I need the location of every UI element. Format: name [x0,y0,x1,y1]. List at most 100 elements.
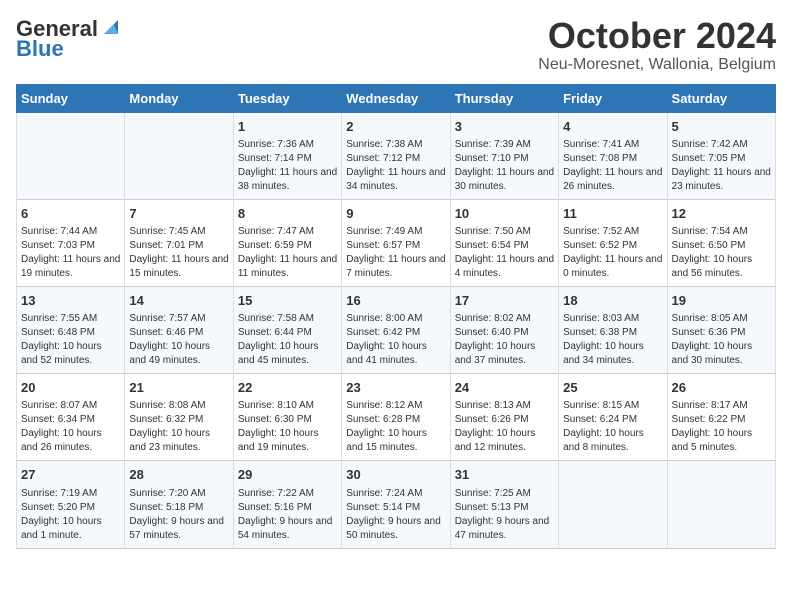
day-info: Sunrise: 7:39 AM Sunset: 7:10 PM Dayligh… [455,138,554,194]
day-number: 4 [563,118,662,136]
page: General Blue October 2024 Neu-Moresnet, … [0,0,792,565]
day-cell: 25Sunrise: 8:15 AM Sunset: 6:24 PM Dayli… [559,374,667,461]
day-info: Sunrise: 7:20 AM Sunset: 5:18 PM Dayligh… [129,487,228,543]
day-number: 24 [455,379,554,397]
day-info: Sunrise: 8:08 AM Sunset: 6:32 PM Dayligh… [129,399,228,455]
day-number: 14 [129,292,228,310]
day-number: 10 [455,205,554,223]
day-info: Sunrise: 7:42 AM Sunset: 7:05 PM Dayligh… [672,138,771,194]
day-cell: 30 Sunrise: 7:24 AM Sunset: 5:14 PM Dayli… [342,461,450,548]
header-cell-saturday: Saturday [667,84,775,112]
day-cell: 27Sunrise: 7:19 AM Sunset: 5:20 PM Dayli… [17,461,125,548]
calendar-subtitle: Neu-Moresnet, Wallonia, Belgium [538,56,776,74]
day-number: 18 [563,292,662,310]
logo: General Blue [16,16,122,62]
day-cell [125,112,233,199]
day-number: 9 [346,205,445,223]
calendar-header: SundayMondayTuesdayWednesdayThursdayFrid… [17,84,776,112]
day-info: Sunrise: 7:24 AM Sunset: 5:14 PM Dayligh… [346,487,445,543]
day-number: 3 [455,118,554,136]
day-number: 15 [238,292,337,310]
header-row: SundayMondayTuesdayWednesdayThursdayFrid… [17,84,776,112]
header: General Blue October 2024 Neu-Moresnet, … [16,16,776,74]
week-row-3: 13Sunrise: 7:55 AM Sunset: 6:48 PM Dayli… [17,286,776,373]
day-number: 19 [672,292,771,310]
day-cell: 13Sunrise: 7:55 AM Sunset: 6:48 PM Dayli… [17,286,125,373]
day-info: Sunrise: 7:52 AM Sunset: 6:52 PM Dayligh… [563,225,662,281]
day-number: 16 [346,292,445,310]
day-cell: 8Sunrise: 7:47 AM Sunset: 6:59 PM Daylig… [233,199,341,286]
day-number: 26 [672,379,771,397]
day-info: Sunrise: 7:36 AM Sunset: 7:14 PM Dayligh… [238,138,337,194]
day-cell: 1 Sunrise: 7:36 AM Sunset: 7:14 PM Daylig… [233,112,341,199]
day-cell: 31Sunrise: 7:25 AM Sunset: 5:13 PM Dayli… [450,461,558,548]
day-info: Sunrise: 7:19 AM Sunset: 5:20 PM Dayligh… [21,487,120,543]
day-cell [17,112,125,199]
header-cell-wednesday: Wednesday [342,84,450,112]
day-info: Sunrise: 7:45 AM Sunset: 7:01 PM Dayligh… [129,225,228,281]
day-cell [559,461,667,548]
calendar-table: SundayMondayTuesdayWednesdayThursdayFrid… [16,84,776,549]
logo-icon [100,16,122,38]
logo-blue: Blue [16,36,64,62]
header-cell-thursday: Thursday [450,84,558,112]
day-number: 1 [238,118,337,136]
day-info: Sunrise: 8:02 AM Sunset: 6:40 PM Dayligh… [455,312,554,368]
day-info: Sunrise: 7:22 AM Sunset: 5:16 PM Dayligh… [238,487,337,543]
day-info: Sunrise: 8:17 AM Sunset: 6:22 PM Dayligh… [672,399,771,455]
day-cell: 22 Sunrise: 8:10 AM Sunset: 6:30 PM Dayli… [233,374,341,461]
day-number: 22 [238,379,337,397]
day-info: Sunrise: 8:00 AM Sunset: 6:42 PM Dayligh… [346,312,445,368]
day-info: Sunrise: 7:58 AM Sunset: 6:44 PM Dayligh… [238,312,337,368]
day-cell: 20 Sunrise: 8:07 AM Sunset: 6:34 PM Dayli… [17,374,125,461]
day-number: 29 [238,466,337,484]
day-cell: 4 Sunrise: 7:41 AM Sunset: 7:08 PM Daylig… [559,112,667,199]
day-info: Sunrise: 8:07 AM Sunset: 6:34 PM Dayligh… [21,399,120,455]
day-cell: 6Sunrise: 7:44 AM Sunset: 7:03 PM Daylig… [17,199,125,286]
day-cell: 18Sunrise: 8:03 AM Sunset: 6:38 PM Dayli… [559,286,667,373]
header-cell-friday: Friday [559,84,667,112]
day-info: Sunrise: 8:10 AM Sunset: 6:30 PM Dayligh… [238,399,337,455]
calendar-title: October 2024 [538,16,776,56]
day-cell: 7 Sunrise: 7:45 AM Sunset: 7:01 PM Daylig… [125,199,233,286]
week-row-2: 6Sunrise: 7:44 AM Sunset: 7:03 PM Daylig… [17,199,776,286]
day-info: Sunrise: 7:50 AM Sunset: 6:54 PM Dayligh… [455,225,554,281]
day-number: 7 [129,205,228,223]
day-number: 30 [346,466,445,484]
title-block: October 2024 Neu-Moresnet, Wallonia, Bel… [538,16,776,74]
day-cell: 26 Sunrise: 8:17 AM Sunset: 6:22 PM Dayli… [667,374,775,461]
day-cell: 14 Sunrise: 7:57 AM Sunset: 6:46 PM Dayli… [125,286,233,373]
day-cell: 17Sunrise: 8:02 AM Sunset: 6:40 PM Dayli… [450,286,558,373]
day-number: 13 [21,292,120,310]
day-info: Sunrise: 7:54 AM Sunset: 6:50 PM Dayligh… [672,225,771,281]
day-cell: 29 Sunrise: 7:22 AM Sunset: 5:16 PM Dayli… [233,461,341,548]
day-cell: 15 Sunrise: 7:58 AM Sunset: 6:44 PM Dayli… [233,286,341,373]
week-row-1: 1 Sunrise: 7:36 AM Sunset: 7:14 PM Daylig… [17,112,776,199]
day-info: Sunrise: 8:15 AM Sunset: 6:24 PM Dayligh… [563,399,662,455]
day-number: 23 [346,379,445,397]
day-number: 8 [238,205,337,223]
day-info: Sunrise: 7:41 AM Sunset: 7:08 PM Dayligh… [563,138,662,194]
day-info: Sunrise: 7:25 AM Sunset: 5:13 PM Dayligh… [455,487,554,543]
day-info: Sunrise: 8:05 AM Sunset: 6:36 PM Dayligh… [672,312,771,368]
day-number: 2 [346,118,445,136]
day-number: 20 [21,379,120,397]
day-number: 6 [21,205,120,223]
day-cell: 9Sunrise: 7:49 AM Sunset: 6:57 PM Daylig… [342,199,450,286]
day-cell: 2 Sunrise: 7:38 AM Sunset: 7:12 PM Daylig… [342,112,450,199]
day-number: 21 [129,379,228,397]
day-cell [667,461,775,548]
header-cell-sunday: Sunday [17,84,125,112]
day-info: Sunrise: 7:57 AM Sunset: 6:46 PM Dayligh… [129,312,228,368]
day-info: Sunrise: 8:13 AM Sunset: 6:26 PM Dayligh… [455,399,554,455]
week-row-5: 27Sunrise: 7:19 AM Sunset: 5:20 PM Dayli… [17,461,776,548]
day-cell: 5 Sunrise: 7:42 AM Sunset: 7:05 PM Daylig… [667,112,775,199]
week-row-4: 20 Sunrise: 8:07 AM Sunset: 6:34 PM Dayli… [17,374,776,461]
day-cell: 3 Sunrise: 7:39 AM Sunset: 7:10 PM Daylig… [450,112,558,199]
day-cell: 16 Sunrise: 8:00 AM Sunset: 6:42 PM Dayli… [342,286,450,373]
day-cell: 24 Sunrise: 8:13 AM Sunset: 6:26 PM Dayli… [450,374,558,461]
day-cell: 28Sunrise: 7:20 AM Sunset: 5:18 PM Dayli… [125,461,233,548]
day-cell: 23Sunrise: 8:12 AM Sunset: 6:28 PM Dayli… [342,374,450,461]
day-info: Sunrise: 7:38 AM Sunset: 7:12 PM Dayligh… [346,138,445,194]
day-number: 5 [672,118,771,136]
